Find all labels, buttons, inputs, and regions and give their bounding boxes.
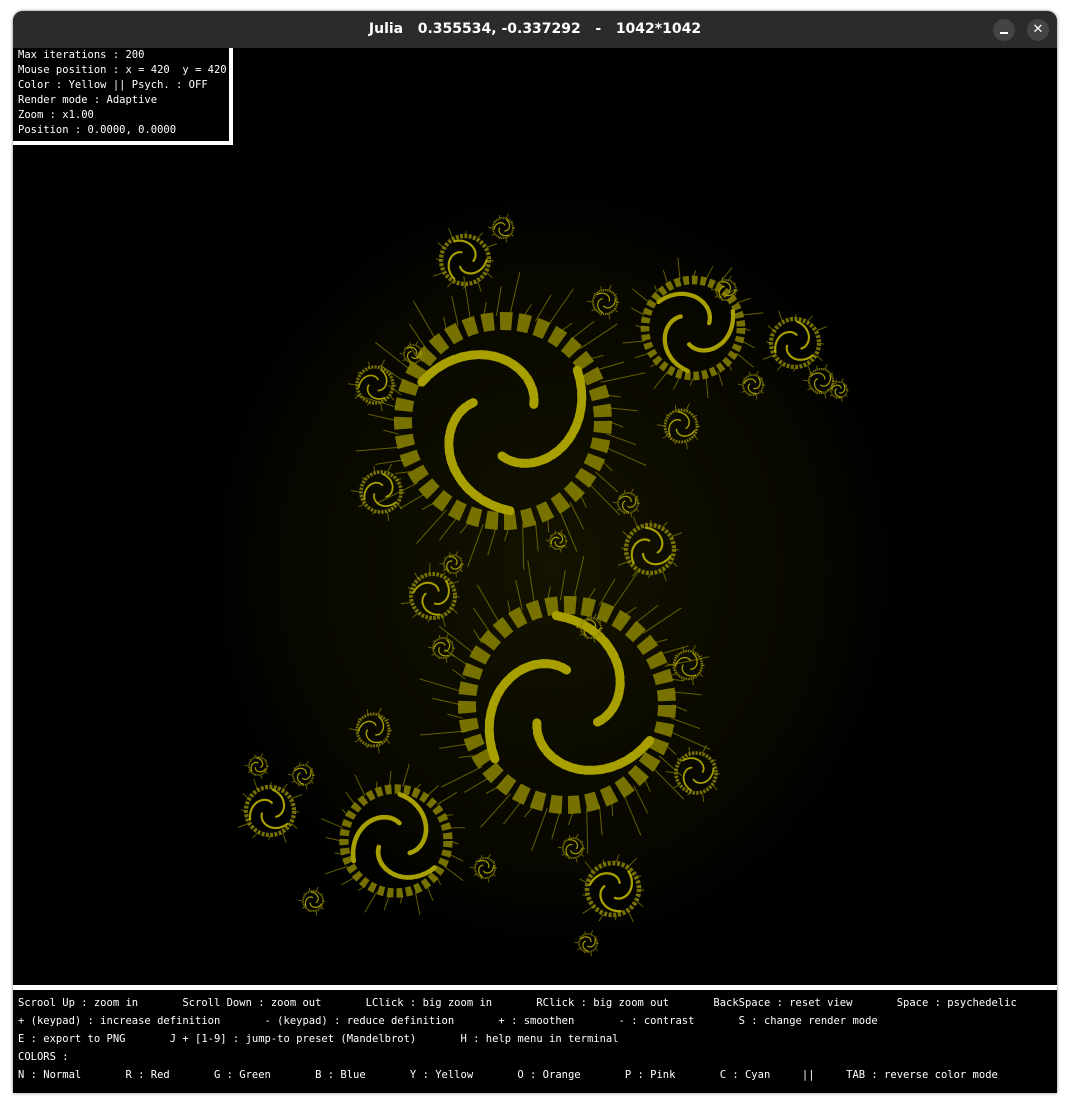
close-button[interactable]: ✕ bbox=[1027, 19, 1049, 41]
julia-window: Julia 0.355534, -0.337292 - 1042*1042 ✕ … bbox=[13, 11, 1057, 1093]
help-line-colors-heading: COLORS : bbox=[18, 1051, 69, 1063]
help-line-export: E : export to PNG J + [1-9] : jump-to pr… bbox=[18, 1033, 619, 1045]
help-line-controls: Scrool Up : zoom in Scroll Down : zoom o… bbox=[18, 997, 1017, 1009]
color-mode-text: Color : Yellow || Psych. : OFF bbox=[18, 79, 208, 91]
fractal-glow bbox=[173, 148, 933, 985]
max-iterations-text: Max iterations : 200 bbox=[18, 49, 145, 61]
render-mode-text: Render mode : Adaptive bbox=[18, 94, 158, 106]
minimize-icon bbox=[1000, 32, 1008, 34]
help-line-definition: + (keypad) : increase definition - (keyp… bbox=[18, 1015, 878, 1027]
zoom-text: Zoom : x1.00 bbox=[18, 109, 94, 121]
close-icon: ✕ bbox=[1032, 22, 1044, 37]
julia-fractal-image bbox=[173, 148, 933, 985]
help-line-colors: N : Normal R : Red G : Green B : Blue Y … bbox=[18, 1069, 998, 1081]
window-title: Julia 0.355534, -0.337292 - 1042*1042 bbox=[368, 21, 702, 37]
title-bar[interactable]: Julia 0.355534, -0.337292 - 1042*1042 ✕ bbox=[13, 11, 1057, 48]
mouse-position-text: Mouse position : x = 420 y = 420 bbox=[18, 64, 227, 76]
minimize-button[interactable] bbox=[993, 19, 1015, 41]
fractal-canvas[interactable] bbox=[13, 48, 1057, 985]
position-text: Position : 0.0000, 0.0000 bbox=[18, 124, 177, 136]
info-panel: Max iterations : 200 Mouse position : x … bbox=[13, 48, 233, 145]
help-panel: Scrool Up : zoom in Scroll Down : zoom o… bbox=[13, 990, 1057, 1093]
